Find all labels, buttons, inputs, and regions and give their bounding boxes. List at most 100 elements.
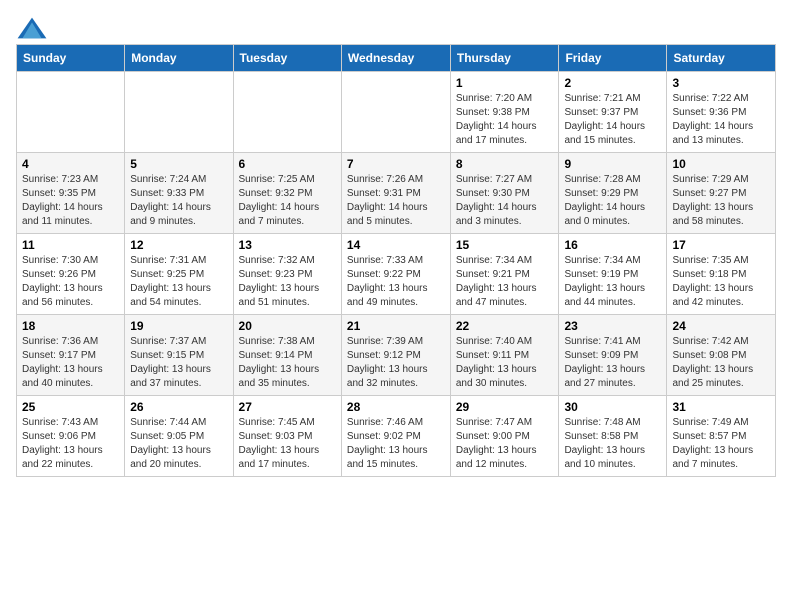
calendar-cell: 30 Sunrise: 7:48 AM Sunset: 8:58 PM Dayli… xyxy=(559,396,667,477)
day-number: 14 xyxy=(347,238,445,252)
calendar-cell: 5 Sunrise: 7:24 AM Sunset: 9:33 PM Daylig… xyxy=(125,153,233,234)
calendar-cell: 26 Sunrise: 7:44 AM Sunset: 9:05 PM Dayli… xyxy=(125,396,233,477)
calendar-cell: 16 Sunrise: 7:34 AM Sunset: 9:19 PM Dayli… xyxy=(559,234,667,315)
calendar-cell: 7 Sunrise: 7:26 AM Sunset: 9:31 PM Daylig… xyxy=(341,153,450,234)
calendar-week-3: 11 Sunrise: 7:30 AM Sunset: 9:26 PM Dayli… xyxy=(17,234,776,315)
day-info: Sunrise: 7:48 AM Sunset: 8:58 PM Dayligh… xyxy=(564,416,661,472)
day-info: Sunrise: 7:37 AM Sunset: 9:15 PM Dayligh… xyxy=(130,335,227,391)
calendar-cell: 10 Sunrise: 7:29 AM Sunset: 9:27 PM Dayli… xyxy=(667,153,776,234)
day-info: Sunrise: 7:27 AM Sunset: 9:30 PM Dayligh… xyxy=(456,173,554,229)
logo-icon xyxy=(16,16,48,40)
day-number: 15 xyxy=(456,238,554,252)
weekday-sunday: Sunday xyxy=(17,45,125,72)
day-info: Sunrise: 7:25 AM Sunset: 9:32 PM Dayligh… xyxy=(239,173,336,229)
day-number: 16 xyxy=(564,238,661,252)
day-number: 3 xyxy=(672,76,770,90)
calendar-cell: 25 Sunrise: 7:43 AM Sunset: 9:06 PM Dayli… xyxy=(17,396,125,477)
calendar-cell: 19 Sunrise: 7:37 AM Sunset: 9:15 PM Dayli… xyxy=(125,315,233,396)
calendar-cell: 23Sunrise: 7:41 AM Sunset: 9:09 PM Dayli… xyxy=(559,315,667,396)
day-info: Sunrise: 7:39 AM Sunset: 9:12 PM Dayligh… xyxy=(347,335,445,391)
weekday-wednesday: Wednesday xyxy=(341,45,450,72)
calendar-cell: 4 Sunrise: 7:23 AM Sunset: 9:35 PM Daylig… xyxy=(17,153,125,234)
weekday-monday: Monday xyxy=(125,45,233,72)
day-number: 7 xyxy=(347,157,445,171)
day-number: 5 xyxy=(130,157,227,171)
day-number: 26 xyxy=(130,400,227,414)
day-number: 12 xyxy=(130,238,227,252)
day-number: 6 xyxy=(239,157,336,171)
day-info: Sunrise: 7:44 AM Sunset: 9:05 PM Dayligh… xyxy=(130,416,227,472)
weekday-thursday: Thursday xyxy=(450,45,559,72)
day-info: Sunrise: 7:30 AM Sunset: 9:26 PM Dayligh… xyxy=(22,254,119,310)
calendar-cell: 6 Sunrise: 7:25 AM Sunset: 9:32 PM Daylig… xyxy=(233,153,341,234)
calendar-cell: 2Sunrise: 7:21 AM Sunset: 9:37 PM Daylig… xyxy=(559,72,667,153)
day-info: Sunrise: 7:21 AM Sunset: 9:37 PM Dayligh… xyxy=(564,92,661,148)
calendar-cell: 22 Sunrise: 7:40 AM Sunset: 9:11 PM Dayli… xyxy=(450,315,559,396)
day-info: Sunrise: 7:24 AM Sunset: 9:33 PM Dayligh… xyxy=(130,173,227,229)
day-number: 19 xyxy=(130,319,227,333)
calendar-cell xyxy=(17,72,125,153)
calendar-week-2: 4 Sunrise: 7:23 AM Sunset: 9:35 PM Daylig… xyxy=(17,153,776,234)
day-info: Sunrise: 7:35 AM Sunset: 9:18 PM Dayligh… xyxy=(672,254,770,310)
calendar-cell xyxy=(341,72,450,153)
day-info: Sunrise: 7:42 AM Sunset: 9:08 PM Dayligh… xyxy=(672,335,770,391)
calendar-cell: 3Sunrise: 7:22 AM Sunset: 9:36 PM Daylig… xyxy=(667,72,776,153)
day-info: Sunrise: 7:34 AM Sunset: 9:19 PM Dayligh… xyxy=(564,254,661,310)
day-info: Sunrise: 7:26 AM Sunset: 9:31 PM Dayligh… xyxy=(347,173,445,229)
calendar-cell: 18Sunrise: 7:36 AM Sunset: 9:17 PM Dayli… xyxy=(17,315,125,396)
day-number: 20 xyxy=(239,319,336,333)
calendar-cell: 20 Sunrise: 7:38 AM Sunset: 9:14 PM Dayli… xyxy=(233,315,341,396)
weekday-tuesday: Tuesday xyxy=(233,45,341,72)
weekday-friday: Friday xyxy=(559,45,667,72)
day-info: Sunrise: 7:34 AM Sunset: 9:21 PM Dayligh… xyxy=(456,254,554,310)
day-number: 30 xyxy=(564,400,661,414)
day-info: Sunrise: 7:20 AM Sunset: 9:38 PM Dayligh… xyxy=(456,92,554,148)
day-number: 1 xyxy=(456,76,554,90)
weekday-header-row: SundayMondayTuesdayWednesdayThursdayFrid… xyxy=(17,45,776,72)
calendar-week-5: 25 Sunrise: 7:43 AM Sunset: 9:06 PM Dayli… xyxy=(17,396,776,477)
calendar-cell: 31 Sunrise: 7:49 AM Sunset: 8:57 PM Dayli… xyxy=(667,396,776,477)
day-number: 17 xyxy=(672,238,770,252)
day-info: Sunrise: 7:23 AM Sunset: 9:35 PM Dayligh… xyxy=(22,173,119,229)
calendar-cell: 27Sunrise: 7:45 AM Sunset: 9:03 PM Dayli… xyxy=(233,396,341,477)
day-info: Sunrise: 7:46 AM Sunset: 9:02 PM Dayligh… xyxy=(347,416,445,472)
calendar-cell: 14 Sunrise: 7:33 AM Sunset: 9:22 PM Dayli… xyxy=(341,234,450,315)
day-number: 13 xyxy=(239,238,336,252)
day-number: 4 xyxy=(22,157,119,171)
day-number: 21 xyxy=(347,319,445,333)
calendar-cell: 21 Sunrise: 7:39 AM Sunset: 9:12 PM Dayli… xyxy=(341,315,450,396)
day-number: 22 xyxy=(456,319,554,333)
calendar-cell xyxy=(233,72,341,153)
day-number: 8 xyxy=(456,157,554,171)
day-number: 24 xyxy=(672,319,770,333)
calendar-week-4: 18Sunrise: 7:36 AM Sunset: 9:17 PM Dayli… xyxy=(17,315,776,396)
day-number: 9 xyxy=(564,157,661,171)
day-info: Sunrise: 7:38 AM Sunset: 9:14 PM Dayligh… xyxy=(239,335,336,391)
calendar-table: SundayMondayTuesdayWednesdayThursdayFrid… xyxy=(16,44,776,477)
day-number: 25 xyxy=(22,400,119,414)
day-number: 11 xyxy=(22,238,119,252)
day-number: 31 xyxy=(672,400,770,414)
calendar-cell xyxy=(125,72,233,153)
day-info: Sunrise: 7:49 AM Sunset: 8:57 PM Dayligh… xyxy=(672,416,770,472)
day-info: Sunrise: 7:36 AM Sunset: 9:17 PM Dayligh… xyxy=(22,335,119,391)
weekday-saturday: Saturday xyxy=(667,45,776,72)
calendar-cell: 28 Sunrise: 7:46 AM Sunset: 9:02 PM Dayli… xyxy=(341,396,450,477)
calendar-cell: 12Sunrise: 7:31 AM Sunset: 9:25 PM Dayli… xyxy=(125,234,233,315)
day-number: 10 xyxy=(672,157,770,171)
day-info: Sunrise: 7:40 AM Sunset: 9:11 PM Dayligh… xyxy=(456,335,554,391)
day-info: Sunrise: 7:43 AM Sunset: 9:06 PM Dayligh… xyxy=(22,416,119,472)
calendar-cell: 13 Sunrise: 7:32 AM Sunset: 9:23 PM Dayli… xyxy=(233,234,341,315)
calendar-cell: 11 Sunrise: 7:30 AM Sunset: 9:26 PM Dayli… xyxy=(17,234,125,315)
calendar-cell: 8 Sunrise: 7:27 AM Sunset: 9:30 PM Daylig… xyxy=(450,153,559,234)
calendar-cell: 15 Sunrise: 7:34 AM Sunset: 9:21 PM Dayli… xyxy=(450,234,559,315)
calendar-cell: 1 Sunrise: 7:20 AM Sunset: 9:38 PM Daylig… xyxy=(450,72,559,153)
calendar-cell: 29Sunrise: 7:47 AM Sunset: 9:00 PM Dayli… xyxy=(450,396,559,477)
day-info: Sunrise: 7:32 AM Sunset: 9:23 PM Dayligh… xyxy=(239,254,336,310)
day-info: Sunrise: 7:33 AM Sunset: 9:22 PM Dayligh… xyxy=(347,254,445,310)
day-number: 28 xyxy=(347,400,445,414)
header xyxy=(16,16,776,40)
day-info: Sunrise: 7:29 AM Sunset: 9:27 PM Dayligh… xyxy=(672,173,770,229)
day-number: 23 xyxy=(564,319,661,333)
calendar-week-1: 1 Sunrise: 7:20 AM Sunset: 9:38 PM Daylig… xyxy=(17,72,776,153)
